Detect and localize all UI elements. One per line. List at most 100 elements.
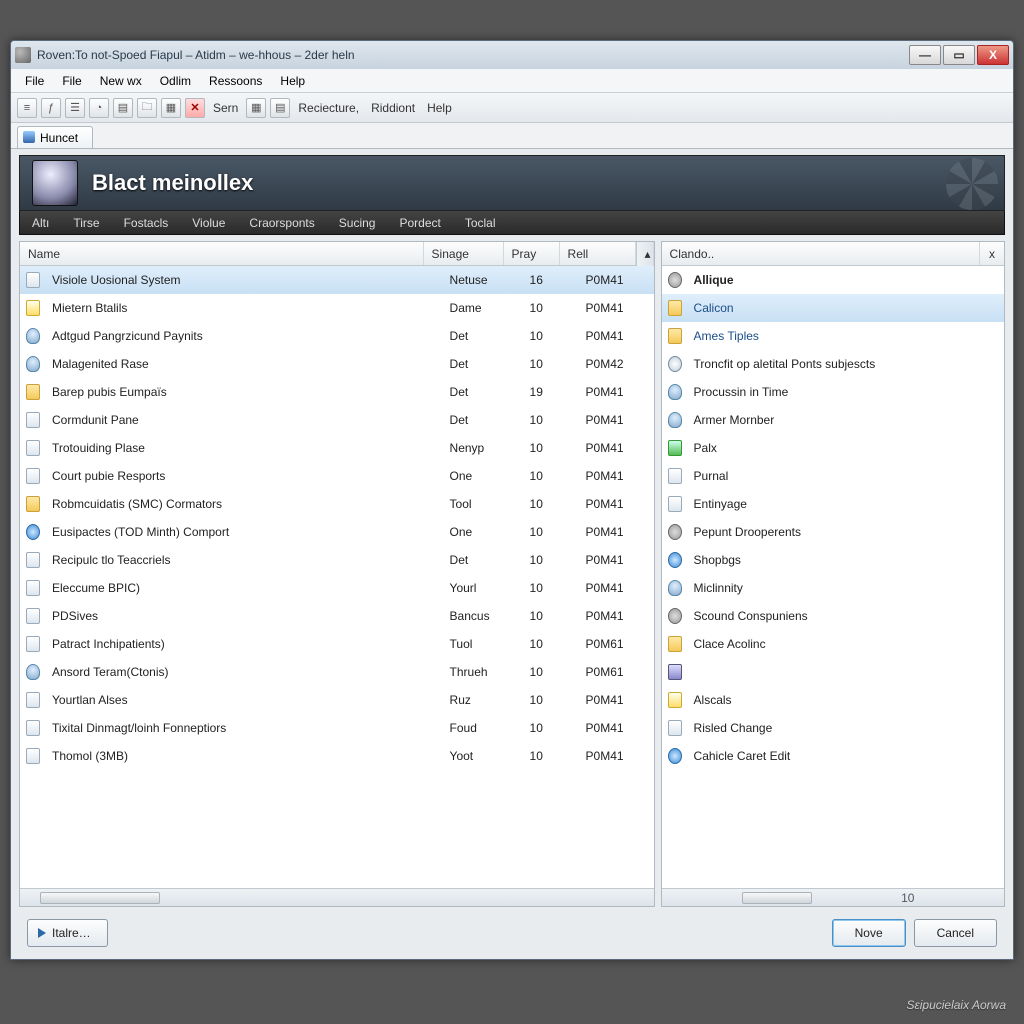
table-row[interactable]: Mietern BtalilsDame10P0M41 [20,294,654,322]
toolbar-icon[interactable]: ▦ [246,98,266,118]
col-name[interactable]: Name [20,242,424,265]
toolbar-delete-icon[interactable]: ✕ [185,98,205,118]
list-item[interactable]: Troncfit op aletital Ponts subjescts [662,350,1004,378]
table-row[interactable]: Cormdunit PaneDet10P0M41 [20,406,654,434]
list-item[interactable]: Miclinnity [662,574,1004,602]
tab-huncet[interactable]: Huncet [17,126,93,148]
content-area: Blact meinollex Altı Tirse Fostacls Viol… [11,149,1013,959]
right-header-title[interactable]: Clando.. [662,242,980,265]
toolbar-icon[interactable]: ▦ [161,98,181,118]
nove-button[interactable]: Nove [832,919,906,947]
row-name: Patract Inchipatients) [44,637,442,651]
subnav-item[interactable]: Toclal [453,216,508,230]
menu-item[interactable]: Odlim [152,71,199,91]
toolbar-icon[interactable]: ☰ [65,98,85,118]
scroll-up-icon[interactable]: ▴ [636,242,654,266]
row-pray: 10 [522,441,578,455]
list-item[interactable]: Risled Change [662,714,1004,742]
row-name: Calicon [686,301,1004,315]
table-row[interactable]: Court pubie ResportsOne10P0M41 [20,462,654,490]
subnav-item[interactable]: Pordect [387,216,452,230]
list-item[interactable]: Scound Conspuniens [662,602,1004,630]
list-item[interactable]: Palx [662,434,1004,462]
table-row[interactable]: Eleccume BPIC)Yourl10P0M41 [20,574,654,602]
row-pray: 10 [522,665,578,679]
list-item[interactable] [662,658,1004,686]
row-sinage: Foud [442,721,522,735]
table-row[interactable]: Ansord Teram(Ctonis)Thrueh10P0M61 [20,658,654,686]
list-item[interactable]: Shopbgs [662,546,1004,574]
toolbar-sern-label[interactable]: Sern [209,101,242,115]
table-row[interactable]: Eusipactes (TOD Minth) ComportOne10P0M41 [20,518,654,546]
left-hscroll[interactable] [20,888,654,906]
menu-item[interactable]: New wx [92,71,150,91]
table-row[interactable]: Thomol (3MB)Yoot10P0M41 [20,742,654,770]
table-row[interactable]: Trotouiding PlaseNenyp10P0M41 [20,434,654,462]
table-row[interactable]: Robmcuidatis (SMC) CormatorsTool10P0M41 [20,490,654,518]
toolbar-label[interactable]: Reciecture, [294,101,363,115]
close-button[interactable]: X [977,45,1009,65]
table-row[interactable]: Adtgud Pangrzicund PaynitsDet10P0M41 [20,322,654,350]
list-item[interactable]: Ames Tiples [662,322,1004,350]
toolbar-icon[interactable]: ƒ [41,98,61,118]
toolbar-icon[interactable]: ▤ [270,98,290,118]
gear-icon [668,524,682,540]
gear-icon [668,272,682,288]
subnav-item[interactable]: Altı [20,216,61,230]
toolbar-clock-icon[interactable]: ◔ [89,98,109,118]
menu-item[interactable]: Help [272,71,313,91]
list-item[interactable]: Pepunt Drooperents [662,518,1004,546]
table-row[interactable]: Yourtlan AlsesRuz10P0M41 [20,686,654,714]
table-row[interactable]: PDSivesBancus10P0M41 [20,602,654,630]
toolbar-folder-icon[interactable]: 🗀 [137,98,157,118]
right-list[interactable]: Allique Calicon Ames TiplesTroncfit op ale… [662,266,1004,888]
row-rell: P0M61 [578,665,654,679]
row-name: Malagenited Rase [44,357,442,371]
menu-item[interactable]: File [54,71,89,91]
left-list[interactable]: Visiole Uosional SystemNetuse16P0M41Miet… [20,266,654,888]
list-item[interactable]: Clace Acolinc [662,630,1004,658]
toolbar-icon[interactable]: ≡ [17,98,37,118]
table-row[interactable]: Barep pubis EumpaïsDet19P0M41 [20,378,654,406]
gear-icon [668,608,682,624]
list-item[interactable]: Calicon [662,294,1004,322]
col-rell[interactable]: Rell [560,242,636,265]
list-item[interactable]: Procussin in Time [662,378,1004,406]
table-row[interactable]: Malagenited RaseDet10P0M42 [20,350,654,378]
row-rell: P0M41 [578,329,654,343]
cancel-button[interactable]: Cancel [914,919,997,947]
list-item[interactable]: Cahicle Caret Edit [662,742,1004,770]
subnav-item[interactable]: Fostacls [112,216,181,230]
row-sinage: Det [442,413,522,427]
col-pray[interactable]: Pray [504,242,560,265]
minimize-button[interactable]: — [909,45,941,65]
row-rell: P0M41 [578,721,654,735]
list-item[interactable]: Entinyage [662,490,1004,518]
menu-item[interactable]: Ressoons [201,71,270,91]
ltale-button[interactable]: Ιtalre… [27,919,108,947]
right-close-icon[interactable]: x [980,242,1004,265]
table-row[interactable]: Patract Inchipatients)Tuol10P0M61 [20,630,654,658]
list-item[interactable]: Armer Mornber [662,406,1004,434]
list-item[interactable]: Allique [662,266,1004,294]
toolbar-label[interactable]: Help [423,101,456,115]
toolbar-icon[interactable]: ▤ [113,98,133,118]
subnav-item[interactable]: Violue [180,216,237,230]
row-sinage: Bancus [442,609,522,623]
list-item[interactable]: Alscals [662,686,1004,714]
toolbar-label[interactable]: Riddiont [367,101,419,115]
list-item[interactable]: Purnal [662,462,1004,490]
folder-icon [26,496,40,512]
row-pray: 10 [522,357,578,371]
subnav-item[interactable]: Craorsponts [237,216,326,230]
subnav-item[interactable]: Sucing [327,216,388,230]
menu-item[interactable]: File [17,71,52,91]
table-row[interactable]: Visiole Uosional SystemNetuse16P0M41 [20,266,654,294]
subnav-item[interactable]: Tirse [61,216,111,230]
right-hscroll[interactable]: 10 [662,888,1004,906]
table-row[interactable]: Tixital Dinmagt/loinh FonneptiorsFoud10P… [20,714,654,742]
row-icon [20,412,44,428]
col-sinage[interactable]: Sinage [424,242,504,265]
table-row[interactable]: Recipulc tlo TeaccrielsDet10P0M41 [20,546,654,574]
maximize-button[interactable]: ▭ [943,45,975,65]
